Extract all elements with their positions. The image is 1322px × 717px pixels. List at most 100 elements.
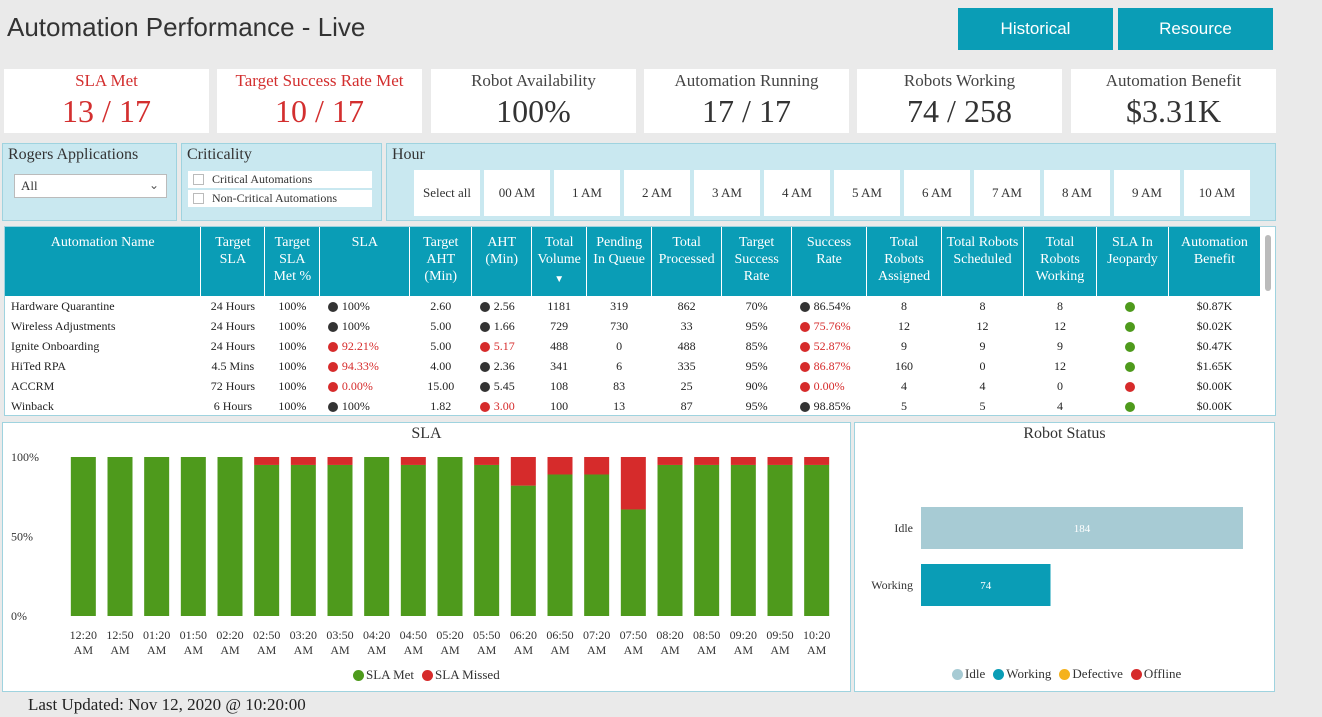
bar-sla-missed[interactable] — [254, 457, 280, 465]
bar-sla-missed[interactable] — [510, 457, 536, 486]
cell-target-aht: 4.00 — [430, 358, 452, 373]
applications-dropdown[interactable]: All ⌄ — [14, 174, 167, 198]
bar-sla-missed[interactable] — [584, 457, 610, 475]
bar-sla-met[interactable] — [510, 485, 536, 616]
bar-sla-met[interactable] — [584, 474, 610, 616]
hour-option[interactable]: 3 AM — [694, 170, 760, 216]
bar-sla-met[interactable] — [364, 457, 390, 616]
bar-sla-missed[interactable] — [694, 457, 720, 465]
bar-sla-met[interactable] — [180, 457, 206, 616]
hour-option[interactable]: 2 AM — [624, 170, 690, 216]
bar-sla-missed[interactable] — [804, 457, 830, 465]
automation-table: Automation Name Target SLA Target SLA Me… — [4, 226, 1276, 416]
bar-sla-missed[interactable] — [290, 457, 316, 465]
bar-sla-missed[interactable] — [657, 457, 683, 465]
table-row[interactable]: Wireless Adjustments 24 Hours 100% 100% 5.00… — [5, 316, 1261, 336]
x-tick-label: 08:20 AM — [656, 628, 683, 657]
bar-sla-missed[interactable] — [547, 457, 573, 475]
table-row[interactable]: Winback 6 Hours 100% 100% 1.82 3.00 100 13 87 95%… — [5, 396, 1261, 415]
hour-option[interactable]: 4 AM — [764, 170, 830, 216]
column-header[interactable]: SLA In Jeopardy — [1096, 227, 1169, 296]
bar-sla-met[interactable] — [474, 464, 500, 616]
bar-sla-met[interactable] — [804, 464, 830, 616]
bar-sla-missed[interactable] — [327, 457, 353, 465]
legend-item-working[interactable]: Working — [993, 666, 1051, 682]
column-header[interactable]: Total Robots Scheduled — [941, 227, 1024, 296]
bar-sla-met[interactable] — [217, 457, 243, 616]
bar-sla-met[interactable] — [290, 464, 316, 616]
bar-sla-met[interactable] — [254, 464, 280, 616]
kpi-value: 10 / 17 — [275, 93, 364, 129]
bar-sla-met[interactable] — [70, 457, 96, 616]
table-row[interactable]: Hardware Quarantine 24 Hours 100% 100% 2.60 2… — [5, 296, 1261, 316]
column-header[interactable]: Total Robots Assigned — [866, 227, 943, 296]
legend-item-missed[interactable]: SLA Missed — [422, 667, 500, 683]
legend-item-defective[interactable]: Defective — [1059, 666, 1123, 682]
criticality-option-critical[interactable]: Critical Automations — [188, 171, 372, 188]
bar-sla-met[interactable] — [730, 464, 756, 616]
criticality-option-non-critical[interactable]: Non-Critical Automations — [188, 190, 372, 207]
column-header[interactable]: Automation Name — [5, 227, 202, 296]
checkbox[interactable] — [193, 193, 204, 204]
hour-option[interactable]: 8 AM — [1044, 170, 1110, 216]
legend-item-idle[interactable]: Idle — [952, 666, 985, 682]
x-tick-label: 12:50 AM — [106, 628, 133, 657]
cell-processed: 87 — [680, 398, 693, 413]
bar-sla-met[interactable] — [694, 464, 720, 616]
table-scrollbar[interactable] — [1265, 235, 1271, 291]
kpi-value: $3.31K — [1125, 93, 1222, 129]
bar-sla-missed[interactable] — [620, 457, 646, 510]
status-dot-icon — [1125, 321, 1136, 332]
legend-label: SLA Missed — [435, 667, 500, 682]
bar-sla-missed[interactable] — [400, 457, 426, 465]
resource-button[interactable]: Resource — [1118, 8, 1273, 50]
column-header[interactable]: Success Rate — [791, 227, 868, 296]
hour-option[interactable]: 9 AM — [1114, 170, 1180, 216]
hour-option-select-all[interactable]: Select all — [414, 170, 480, 216]
table-row[interactable]: ACCRM 72 Hours 100% 0.00% 15.00 5.45 108 83 25 90… — [5, 376, 1261, 396]
bar-sla-met[interactable] — [144, 457, 170, 616]
bar-sla-met[interactable] — [327, 464, 353, 616]
hour-option[interactable]: 5 AM — [834, 170, 900, 216]
historical-button[interactable]: Historical — [958, 8, 1113, 50]
hour-option[interactable]: 00 AM — [484, 170, 550, 216]
status-dot-icon — [799, 301, 810, 312]
legend-label: SLA Met — [366, 667, 415, 682]
legend-item-offline[interactable]: Offline — [1130, 666, 1181, 682]
column-header[interactable]: Pending In Queue — [586, 227, 653, 296]
column-header[interactable]: Automation Benefit — [1168, 227, 1262, 296]
legend-item-met[interactable]: SLA Met — [353, 667, 414, 683]
column-header[interactable]: Total Robots Working — [1023, 227, 1097, 296]
column-header-sorted[interactable]: Total Volume ▼ — [531, 227, 588, 296]
bar-sla-met[interactable] — [767, 464, 793, 616]
column-header[interactable]: SLA — [319, 227, 411, 296]
hour-option[interactable]: 10 AM — [1184, 170, 1250, 216]
bar-sla-missed[interactable] — [730, 457, 756, 465]
checkbox[interactable] — [193, 174, 204, 185]
bar-sla-met[interactable] — [107, 457, 133, 616]
column-header[interactable]: Target SLA — [200, 227, 266, 296]
cell-sla-jeopardy — [1096, 336, 1168, 356]
bar-sla-met[interactable] — [437, 457, 463, 616]
column-header[interactable]: Target Success Rate — [721, 227, 793, 296]
bar-sla-missed[interactable] — [474, 457, 500, 465]
bar-sla-met[interactable] — [400, 464, 426, 616]
table-row[interactable]: HiTed RPA 4.5 Mins 100% 94.33% 4.00 2.36 341 6 3… — [5, 356, 1261, 376]
x-tick-label: 06:50 AM — [546, 628, 573, 657]
hour-option[interactable]: 6 AM — [904, 170, 970, 216]
column-header[interactable]: Total Processed — [651, 227, 723, 296]
column-header[interactable]: AHT (Min) — [471, 227, 533, 296]
column-header[interactable]: Target AHT (Min) — [409, 227, 473, 296]
column-header[interactable]: Target SLA Met % — [264, 227, 321, 296]
hour-filter: Hour Select all 00 AM 1 AM 2 AM 3 AM 4 A… — [386, 143, 1276, 221]
bar-sla-met[interactable] — [657, 464, 683, 616]
hour-option[interactable]: 7 AM — [974, 170, 1040, 216]
bar-sla-met[interactable] — [547, 474, 573, 616]
cell-success-rate: 75.76% — [792, 316, 867, 336]
bar-sla-met[interactable] — [620, 509, 646, 616]
table-row[interactable]: Ignite Onboarding 24 Hours 100% 92.21% 5.00 5… — [5, 336, 1261, 356]
cell-sla-jeopardy — [1096, 376, 1168, 396]
hour-option[interactable]: 1 AM — [554, 170, 620, 216]
cell-total-volume: 488 — [550, 338, 569, 353]
bar-sla-missed[interactable] — [767, 457, 793, 465]
